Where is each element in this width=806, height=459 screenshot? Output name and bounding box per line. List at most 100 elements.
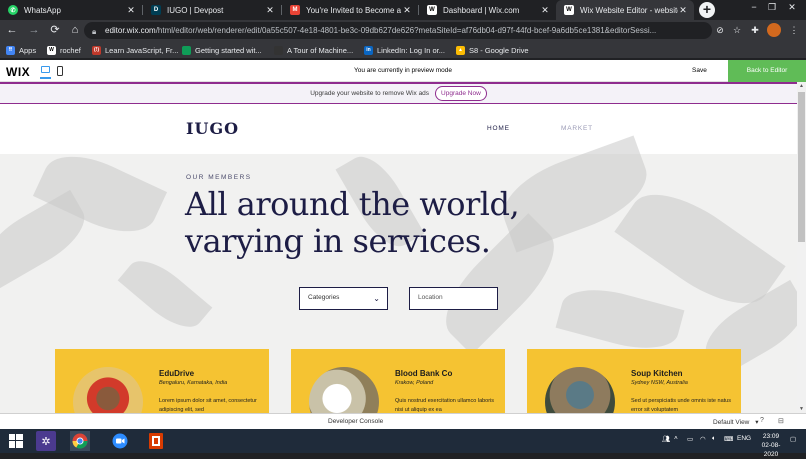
developer-console-toggle[interactable]: Developer Console bbox=[328, 418, 383, 425]
gmail-icon: M bbox=[290, 5, 300, 15]
bookmark-apps[interactable]: ⠿ Apps bbox=[6, 44, 36, 56]
scrollbar-thumb[interactable] bbox=[798, 92, 805, 242]
lab-photo bbox=[309, 367, 379, 413]
new-tab-button[interactable]: + bbox=[699, 2, 715, 18]
back-to-editor-button[interactable]: Back to Editor bbox=[728, 60, 806, 82]
close-icon[interactable]: ✕ bbox=[678, 5, 688, 16]
bookmark-label: S8 - Google Drive bbox=[469, 45, 529, 55]
profile-avatar[interactable] bbox=[767, 23, 781, 37]
child-photo bbox=[73, 367, 143, 413]
whatsapp-icon: ✆ bbox=[8, 5, 18, 15]
leaf-shadow bbox=[117, 249, 213, 339]
chevron-down-icon: ⌄ bbox=[373, 294, 380, 303]
forward-arrow-icon[interactable]: → bbox=[27, 23, 41, 37]
extensions-icon[interactable]: ✚ bbox=[749, 24, 761, 36]
address-bar[interactable]: 🔒︎ editor.wix.com /html/editor/web/rende… bbox=[84, 22, 712, 39]
close-icon[interactable]: ✕ bbox=[126, 5, 136, 16]
tab-title: IUGO | Devpost bbox=[167, 5, 224, 15]
scroll-up-icon[interactable]: ▲ bbox=[797, 83, 806, 89]
site-logo[interactable]: IUGO bbox=[186, 119, 239, 138]
help-icon[interactable]: ? bbox=[760, 417, 764, 424]
linkedin-icon: in bbox=[364, 45, 373, 55]
close-icon[interactable]: ✕ bbox=[265, 5, 275, 16]
desktop-view-underline bbox=[40, 77, 51, 79]
member-card[interactable]: Soup Kitchen Sydney NSW, Australia Sed u… bbox=[527, 349, 741, 413]
card-name: Soup Kitchen bbox=[631, 369, 683, 378]
language-indicator[interactable]: ENG bbox=[737, 435, 751, 442]
card-location: Bengaluru, Karnataka, India bbox=[159, 380, 228, 386]
close-icon[interactable]: ✕ bbox=[402, 5, 412, 16]
bookmark-icon bbox=[182, 45, 191, 55]
wifi-icon[interactable]: ◠ bbox=[700, 435, 706, 443]
bookmark-rochef[interactable]: W rochef bbox=[47, 44, 81, 56]
wix-preview-bar: WIX You are currently in preview mode Sa… bbox=[0, 60, 806, 82]
expand-console-icon[interactable]: ⊟ bbox=[778, 417, 784, 425]
home-icon[interactable]: ⌂ bbox=[68, 23, 82, 37]
scroll-down-icon[interactable]: ▼ bbox=[797, 406, 806, 412]
card-name: EduDrive bbox=[159, 369, 195, 378]
chevron-up-icon[interactable]: ˄ bbox=[674, 435, 678, 442]
office-icon[interactable] bbox=[146, 431, 166, 451]
tab-whatsapp[interactable]: ✆ WhatsApp ✕ bbox=[0, 0, 142, 20]
card-description: Lorem ipsum dolor sit amet, consectetur … bbox=[159, 398, 257, 413]
card-location: Sydney NSW, Australia bbox=[631, 380, 688, 386]
bookmark-linkedin[interactable]: in LinkedIn: Log In or... bbox=[364, 44, 445, 56]
bookmark-label: rochef bbox=[60, 45, 81, 55]
star-icon[interactable]: ☆ bbox=[731, 24, 743, 36]
bookmark-label: A Tour of Machine... bbox=[287, 45, 354, 55]
page-scrollbar[interactable]: ▲ ▼ bbox=[797, 82, 806, 413]
member-card[interactable]: Blood Bank Co Krakow, Poland Quis nostru… bbox=[291, 349, 505, 413]
wix-icon: W bbox=[427, 5, 437, 15]
card-location: Krakow, Poland bbox=[395, 380, 434, 386]
clock-time: 23:09 bbox=[762, 433, 780, 440]
card-name: Blood Bank Co bbox=[395, 369, 453, 378]
bookmark-label: Learn JavaScript, Fr... bbox=[105, 45, 179, 55]
reload-icon[interactable]: ⟳ bbox=[48, 23, 62, 37]
tab-devpost[interactable]: D IUGO | Devpost ✕ bbox=[143, 0, 281, 20]
url-host: editor.wix.com bbox=[105, 26, 156, 35]
tab-wix-dashboard[interactable]: W Dashboard | Wix.com ✕ bbox=[419, 0, 556, 20]
battery-icon[interactable]: ▭ bbox=[687, 435, 693, 443]
volume-icon[interactable]: 🔈︎ bbox=[712, 435, 716, 443]
tab-gmail[interactable]: M You're Invited to Become a Web… ✕ bbox=[282, 0, 418, 20]
member-card[interactable]: EduDrive Bengaluru, Karnataka, India Lor… bbox=[55, 349, 269, 413]
wix-icon: W bbox=[564, 5, 574, 15]
bookmark-getting-started[interactable]: Getting started wit... bbox=[182, 44, 262, 56]
system-clock[interactable]: 23:09 02-08-2020 bbox=[756, 432, 786, 459]
back-arrow-icon[interactable]: ← bbox=[5, 23, 19, 37]
bookmark-google-drive[interactable]: ▲ S8 - Google Drive bbox=[456, 44, 529, 56]
leaf-shadow bbox=[555, 279, 685, 359]
notifications-icon[interactable]: ▢ bbox=[790, 435, 796, 443]
close-window-button[interactable]: ✕ bbox=[782, 0, 802, 20]
lock-icon: 🔒︎ bbox=[92, 26, 97, 36]
menu-dots-icon[interactable]: ⋮ bbox=[788, 24, 800, 36]
close-icon[interactable]: ✕ bbox=[540, 5, 550, 16]
settings-icon[interactable]: ✲ bbox=[36, 431, 56, 451]
keyboard-icon[interactable]: ⌨ bbox=[724, 435, 733, 443]
upgrade-now-button[interactable]: Upgrade Now bbox=[435, 86, 487, 101]
upgrade-banner: Upgrade your website to remove Wix ads U… bbox=[0, 82, 797, 104]
tab-wix-editor[interactable]: W Wix Website Editor - website ✕ bbox=[556, 0, 694, 20]
nav-home[interactable]: HOME bbox=[487, 125, 510, 132]
location-input[interactable]: Location bbox=[409, 287, 498, 310]
people-icon[interactable]: 👥︎ bbox=[662, 435, 670, 443]
category-dropdown[interactable]: Categories ⌄ bbox=[299, 287, 388, 310]
save-button[interactable]: Save bbox=[692, 67, 707, 74]
card-description: Sed ut perspiciatis unde omnis iste natu… bbox=[631, 398, 731, 413]
windows-start-icon[interactable] bbox=[6, 431, 26, 451]
chrome-icon[interactable] bbox=[70, 431, 90, 451]
bookmark-machine-learning[interactable]: A Tour of Machine... bbox=[274, 44, 353, 56]
view-label: Default View bbox=[713, 419, 750, 426]
maximize-button[interactable]: ❐ bbox=[762, 0, 782, 20]
devpost-icon: D bbox=[151, 5, 161, 15]
eye-off-icon[interactable]: ⊘ bbox=[714, 24, 726, 36]
bookmark-freecodecamp[interactable]: (!) Learn JavaScript, Fr... bbox=[92, 44, 178, 56]
minimize-button[interactable]: − bbox=[744, 0, 764, 20]
url-path: /html/editor/web/renderer/edit/0a55c507-… bbox=[155, 26, 657, 35]
kitchen-photo bbox=[545, 367, 615, 413]
apps-grid-icon: ⠿ bbox=[6, 45, 15, 55]
bookmark-label: Getting started wit... bbox=[195, 45, 262, 55]
nav-market[interactable]: MARKET bbox=[561, 125, 593, 132]
view-selector[interactable]: Default View ▾ bbox=[713, 418, 758, 426]
zoom-icon[interactable] bbox=[110, 431, 130, 451]
